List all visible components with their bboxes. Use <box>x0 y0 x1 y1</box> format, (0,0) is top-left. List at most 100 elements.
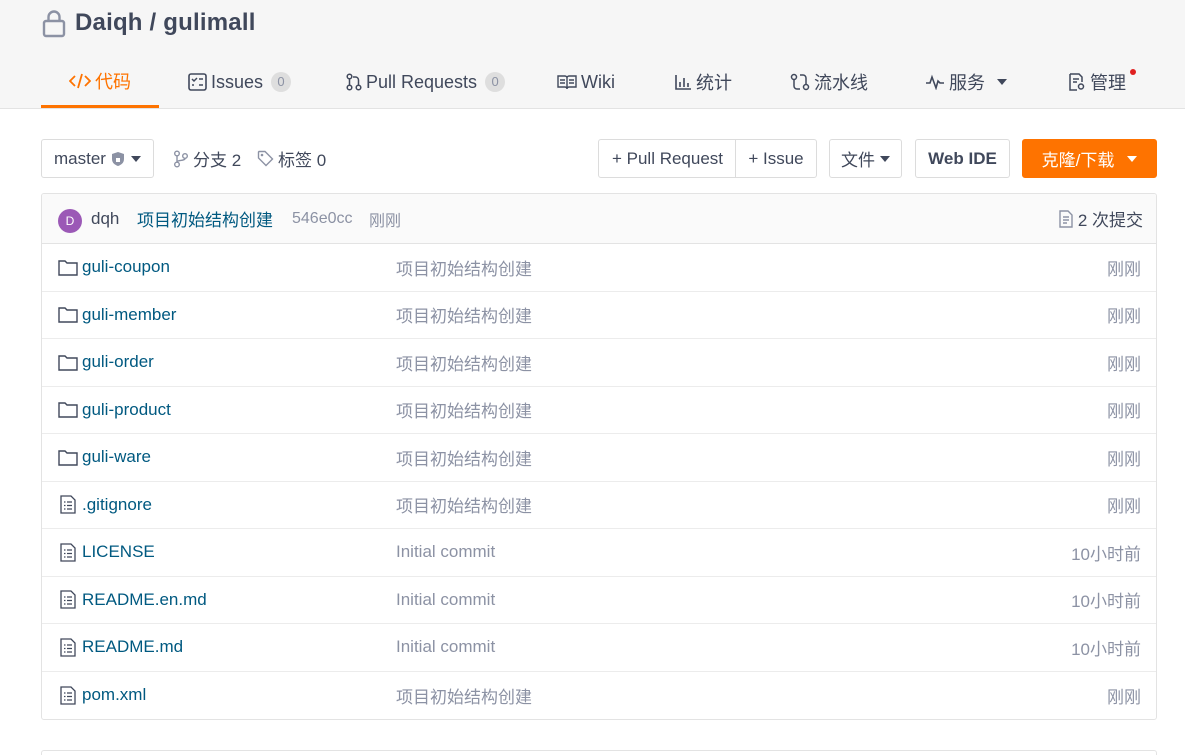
file-name-link[interactable]: guli-coupon <box>82 257 170 277</box>
branches-count: 分支 2 <box>193 151 242 170</box>
file-name-link[interactable]: .gitignore <box>82 495 152 515</box>
commit-history-icon <box>1058 209 1074 228</box>
pulse-icon <box>925 74 945 90</box>
tab-label: 服务 <box>949 73 985 93</box>
table-row: LICENSE Initial commit 10小时前 <box>42 529 1156 577</box>
file-icon <box>58 590 78 610</box>
tab-services[interactable]: 服务 <box>925 56 1007 108</box>
notification-dot <box>1130 69 1136 75</box>
pipeline-icon <box>790 73 810 91</box>
tab-label: Wiki <box>581 71 615 92</box>
commit-author[interactable]: dqh <box>91 209 119 229</box>
tab-label: 统计 <box>696 73 732 93</box>
tab-stats[interactable]: 统计 <box>674 56 732 108</box>
file-commit-time: 刚刚 <box>1107 687 1141 707</box>
tab-issues[interactable]: Issues 0 <box>188 56 292 108</box>
file-icon <box>58 685 78 705</box>
file-commit-message[interactable]: 项目初始结构创建 <box>396 683 532 708</box>
file-commit-time: 10小时前 <box>1071 639 1141 659</box>
avatar[interactable]: D <box>58 209 82 233</box>
file-menu-button[interactable]: 文件 <box>829 139 902 178</box>
folder-icon <box>58 305 78 325</box>
file-commit-message[interactable]: 项目初始结构创建 <box>396 492 532 517</box>
file-name-link[interactable]: guli-member <box>82 305 176 325</box>
commit-time: 刚刚 <box>369 212 402 230</box>
branches-link[interactable]: 分支 2 <box>173 139 241 178</box>
file-commit-time: 刚刚 <box>1107 402 1141 422</box>
tags-count: 标签 0 <box>278 151 327 170</box>
web-ide-button[interactable]: Web IDE <box>915 139 1010 178</box>
new-issue-button[interactable]: + Issue <box>735 139 817 178</box>
branch-icon <box>173 150 189 168</box>
chevron-down-icon <box>880 155 890 162</box>
file-name-link[interactable]: guli-product <box>82 400 171 420</box>
folder-icon <box>58 352 78 372</box>
file-icon <box>58 637 78 657</box>
tab-wiki[interactable]: Wiki <box>557 56 615 108</box>
commit-sha[interactable]: 546e0cc <box>292 210 353 228</box>
file-commit-message[interactable]: 项目初始结构创建 <box>396 397 532 422</box>
repo-name-link[interactable]: gulimall <box>163 9 255 36</box>
commit-count: 2 次提交 <box>1077 211 1143 230</box>
tags-link[interactable]: 标签 0 <box>257 139 326 178</box>
folder-icon <box>58 257 78 277</box>
file-commit-message[interactable]: 项目初始结构创建 <box>396 350 532 375</box>
table-row: guli-product 项目初始结构创建 刚刚 <box>42 387 1156 434</box>
file-commit-message[interactable]: Initial commit <box>396 542 495 562</box>
new-pull-request-button[interactable]: + Pull Request <box>598 139 737 178</box>
chevron-down-icon <box>1127 155 1138 162</box>
folder-icon <box>58 400 78 420</box>
settings-doc-icon <box>1068 73 1086 91</box>
table-row: guli-ware 项目初始结构创建 刚刚 <box>42 434 1156 482</box>
file-name-link[interactable]: LICENSE <box>82 542 155 562</box>
table-row: pom.xml 项目初始结构创建 刚刚 <box>42 672 1156 720</box>
table-row: README.en.md Initial commit 10小时前 <box>42 577 1156 624</box>
file-commit-time: 刚刚 <box>1107 307 1141 327</box>
tab-label: 管理 <box>1090 73 1126 93</box>
tab-label: 代码 <box>95 71 131 92</box>
file-name-link[interactable]: guli-order <box>82 352 154 372</box>
table-row: README.md Initial commit 10小时前 <box>42 624 1156 672</box>
chevron-down-icon <box>130 155 141 162</box>
code-icon <box>69 72 91 90</box>
table-row: guli-member 项目初始结构创建 刚刚 <box>42 292 1156 339</box>
table-row: .gitignore 项目初始结构创建 刚刚 <box>42 482 1156 529</box>
file-name-link[interactable]: README.md <box>82 637 183 657</box>
file-commit-time: 10小时前 <box>1071 592 1141 612</box>
tab-label: Pull Requests <box>366 71 478 92</box>
file-commit-message[interactable]: Initial commit <box>396 637 495 657</box>
file-commit-time: 刚刚 <box>1107 354 1141 374</box>
file-commit-message[interactable]: 项目初始结构创建 <box>396 445 532 470</box>
branch-select[interactable]: master <box>41 139 154 178</box>
file-button-label: 文件 <box>841 151 875 170</box>
issues-count-badge: 0 <box>271 72 292 92</box>
file-icon <box>58 495 78 515</box>
repo-owner-link[interactable]: Daiqh <box>75 9 143 36</box>
file-list: D dqh 项目初始结构创建 546e0cc 刚刚 2 次提交 guli-cou… <box>41 193 1157 720</box>
clone-download-button[interactable]: 克隆/下载 <box>1022 139 1157 178</box>
commit-message-link[interactable]: 项目初始结构创建 <box>137 206 273 231</box>
tab-pull-requests[interactable]: Pull Requests 0 <box>346 56 506 108</box>
commit-count-link[interactable]: 2 次提交 <box>1058 206 1143 231</box>
file-commit-message[interactable]: 项目初始结构创建 <box>396 302 532 327</box>
tab-label: Issues <box>211 71 264 92</box>
readme-panel-edge <box>41 750 1157 755</box>
tab-pipeline[interactable]: 流水线 <box>790 56 868 108</box>
tab-code[interactable]: 代码 <box>41 56 159 108</box>
file-name-link[interactable]: pom.xml <box>82 685 146 705</box>
file-commit-message[interactable]: 项目初始结构创建 <box>396 255 532 280</box>
file-icon <box>58 542 78 562</box>
clone-button-label: 克隆/下载 <box>1041 151 1115 170</box>
file-name-link[interactable]: README.en.md <box>82 590 207 610</box>
bar-chart-icon <box>674 74 692 90</box>
file-commit-time: 刚刚 <box>1107 449 1141 469</box>
chevron-down-icon <box>997 79 1007 85</box>
pull-requests-count-badge: 0 <box>485 72 506 92</box>
tab-admin[interactable]: 管理 <box>1068 56 1136 108</box>
repo-toolbar: master 分支 2 标签 0 + Pull Request + Issue … <box>41 139 1157 179</box>
file-commit-message[interactable]: Initial commit <box>396 590 495 610</box>
tag-icon <box>257 150 274 167</box>
file-commit-time: 刚刚 <box>1107 497 1141 517</box>
repo-header: Daiqh / gulimall 代码 Issues 0 Pull Reques… <box>0 0 1185 109</box>
file-name-link[interactable]: guli-ware <box>82 447 151 467</box>
